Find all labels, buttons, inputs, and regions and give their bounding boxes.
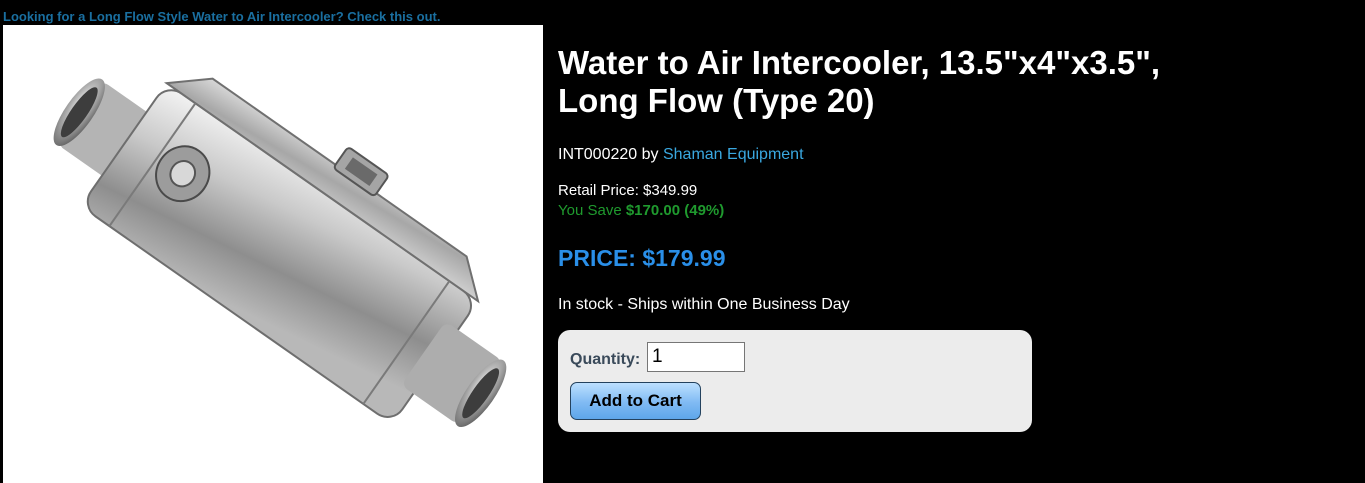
stock-status: In stock - Ships within One Business Day bbox=[558, 296, 850, 313]
brand-link[interactable]: Shaman Equipment bbox=[663, 146, 804, 163]
retail-price: Retail Price: $349.99 bbox=[558, 182, 697, 199]
add-to-cart-button[interactable]: Add to Cart bbox=[570, 382, 701, 420]
sale-price: PRICE: $179.99 bbox=[558, 245, 725, 272]
savings: You Save $170.00 (49%) bbox=[558, 202, 724, 219]
by-label: by bbox=[641, 146, 659, 163]
sku: INT000220 bbox=[558, 146, 638, 163]
retail-price-value: $349.99 bbox=[643, 182, 698, 199]
quantity-label: Quantity: bbox=[570, 351, 641, 368]
quantity-input[interactable] bbox=[647, 342, 745, 372]
intercooler-image bbox=[53, 77, 507, 428]
sku-line: INT000220 by Shaman Equipment bbox=[558, 146, 804, 164]
product-image[interactable] bbox=[3, 25, 543, 483]
sale-price-label: PRICE: bbox=[558, 245, 636, 271]
savings-value: $170.00 (49%) bbox=[625, 202, 725, 219]
sale-price-value: $179.99 bbox=[642, 245, 726, 271]
promo-link[interactable]: Looking for a Long Flow Style Water to A… bbox=[3, 9, 440, 24]
product-title-line1: Water to Air Intercooler, 13.5"x4"x3.5", bbox=[558, 44, 1161, 81]
retail-price-label: Retail Price: bbox=[558, 182, 639, 199]
add-to-cart-form: Quantity: Add to Cart bbox=[558, 330, 1032, 432]
savings-label: You Save bbox=[558, 202, 622, 219]
product-details: Water to Air Intercooler, 13.5"x4"x3.5",… bbox=[558, 44, 1318, 313]
product-title: Water to Air Intercooler, 13.5"x4"x3.5",… bbox=[558, 44, 1318, 120]
product-title-line2: Long Flow (Type 20) bbox=[558, 82, 875, 119]
